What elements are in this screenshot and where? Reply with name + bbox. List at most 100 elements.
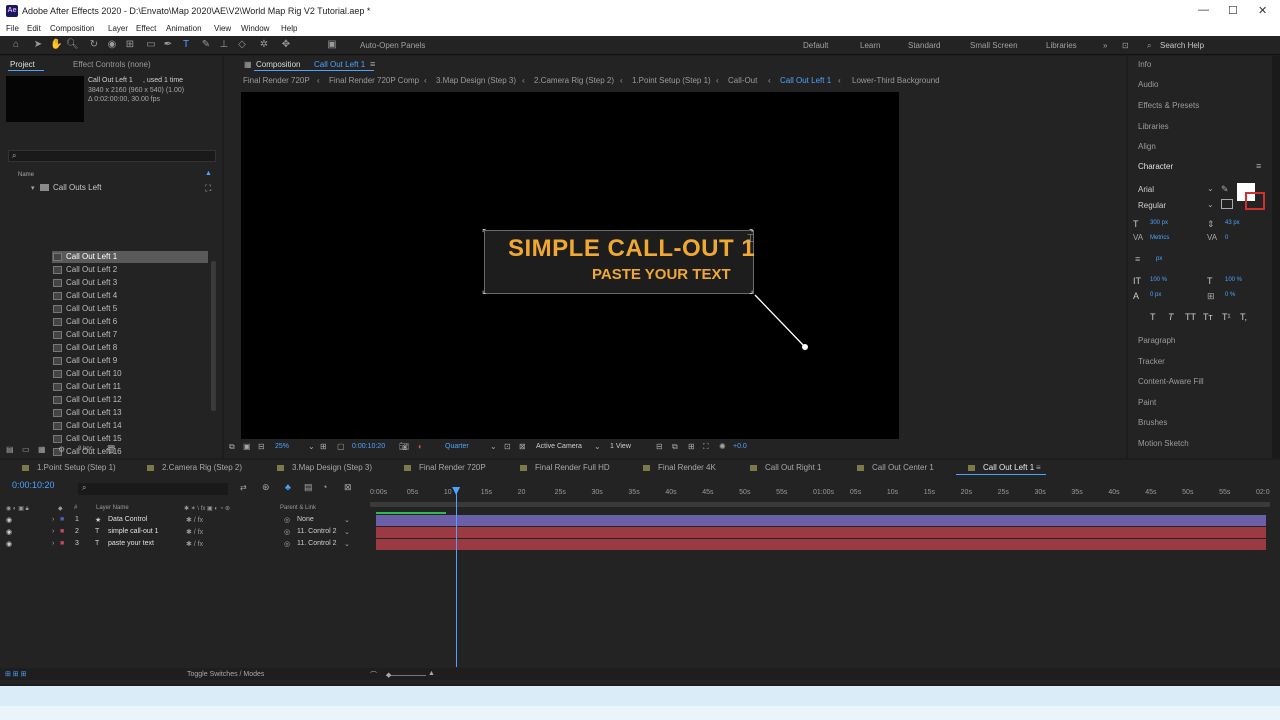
breadcrumb-lower-third[interactable]: Lower-Third Background bbox=[852, 76, 940, 85]
panel-libraries[interactable]: Libraries bbox=[1138, 122, 1169, 131]
puppet-tool-icon[interactable]: ✥ bbox=[280, 39, 292, 51]
workspace-default[interactable]: Default bbox=[803, 41, 828, 50]
panel-content-aware-fill[interactable]: Content-Aware Fill bbox=[1138, 377, 1204, 386]
pan-behind-tool-icon[interactable]: ⊞ bbox=[124, 39, 136, 51]
panel-align[interactable]: Align bbox=[1138, 142, 1156, 151]
tab-effect-controls[interactable]: Effect Controls (none) bbox=[73, 60, 151, 69]
lock-icon[interactable]: ▦ bbox=[244, 60, 252, 69]
project-item[interactable]: Call Out Left 9 bbox=[52, 355, 208, 367]
current-time-display[interactable]: 0:00:10:20 bbox=[352, 443, 385, 450]
project-item[interactable]: Call Out Left 6 bbox=[52, 316, 208, 328]
project-item[interactable]: Call Out Left 11 bbox=[52, 381, 208, 393]
project-settings-icon[interactable]: ⚙ bbox=[58, 445, 65, 454]
flowchart-icon[interactable]: ⛶ bbox=[205, 183, 211, 194]
exposure-icon[interactable]: ✺ bbox=[719, 442, 726, 451]
eraser-tool-icon[interactable]: ◇ bbox=[236, 39, 248, 51]
baseline-shift-value[interactable]: 0 px bbox=[1150, 292, 1161, 298]
panel-menu-icon[interactable]: ≡ bbox=[370, 59, 375, 69]
vertical-scale-value[interactable]: 100 % bbox=[1150, 277, 1167, 283]
project-item[interactable]: Call Out Left 4 bbox=[52, 290, 208, 302]
menu-layer[interactable]: Layer bbox=[108, 24, 128, 33]
panel-info[interactable]: Info bbox=[1138, 60, 1151, 69]
toggle-pixel-aspect-icon[interactable]: ⊟ bbox=[656, 442, 663, 451]
kerning-value[interactable]: Metrics bbox=[1150, 235, 1169, 241]
safe-zones-icon[interactable]: ⊞ bbox=[320, 442, 327, 451]
zoom-slider-handle[interactable]: ◆ bbox=[386, 671, 391, 679]
timeline-tab[interactable]: Call Out Center 1 bbox=[857, 463, 934, 472]
name-column-header[interactable]: Name bbox=[18, 172, 34, 178]
always-preview-icon[interactable]: ⧉ bbox=[229, 442, 235, 452]
timeline-tab[interactable]: Call Out Right 1 bbox=[750, 463, 821, 472]
faux-italic-button[interactable]: T bbox=[1168, 312, 1174, 322]
timeline-search-input[interactable]: ⌕ bbox=[78, 483, 228, 495]
rectangle-tool-icon[interactable]: ▭ bbox=[145, 39, 157, 51]
folder-expand-icon[interactable]: ▾ bbox=[31, 184, 35, 192]
superscript-button[interactable]: T¹ bbox=[1222, 312, 1231, 322]
swap-colors-icon[interactable] bbox=[1221, 199, 1233, 209]
layer-row[interactable]: ◉ › ■ 2 Tsimple call-out 1 ◎ 11. Control 2 ⌄ ✱ /… bbox=[0, 527, 370, 539]
roto-brush-tool-icon[interactable]: ✲ bbox=[258, 39, 270, 51]
timeline-icon[interactable]: ⊞ bbox=[688, 442, 695, 451]
project-item[interactable]: Call Out Left 5 bbox=[52, 303, 208, 315]
project-scrollbar[interactable] bbox=[211, 261, 216, 411]
draft-3d-icon[interactable]: ⊛ bbox=[262, 482, 270, 493]
timeline-timecode[interactable]: 0:00:10:20 bbox=[12, 480, 55, 490]
tab-composition-name[interactable]: Call Out Left 1 bbox=[314, 60, 365, 69]
close-button[interactable]: ✕ bbox=[1258, 4, 1267, 17]
layer-duration-bar[interactable] bbox=[376, 539, 1266, 550]
breadcrumb-final-render-720p-comp[interactable]: Final Render 720P Comp bbox=[329, 76, 419, 85]
project-item[interactable]: Call Out Left 8 bbox=[52, 342, 208, 354]
stroke-unit[interactable]: px bbox=[1156, 256, 1162, 262]
timeline-tab[interactable]: Final Render 720P bbox=[404, 463, 486, 472]
chevron-down-icon[interactable]: ⌄ bbox=[1207, 184, 1214, 193]
graph-editor-icon[interactable]: ⊠ bbox=[344, 482, 352, 493]
timeline-tab[interactable]: Call Out Left 1 bbox=[968, 463, 1034, 472]
trash-icon[interactable]: 🗑︎ bbox=[106, 445, 116, 454]
horizontal-scale-value[interactable]: 100 % bbox=[1225, 277, 1242, 283]
all-caps-button[interactable]: TT bbox=[1185, 312, 1196, 322]
chevron-down-icon[interactable]: ⌄ bbox=[490, 442, 497, 451]
hand-tool-icon[interactable]: ✋ bbox=[50, 39, 62, 51]
maximize-button[interactable]: ☐ bbox=[1228, 4, 1238, 17]
panel-paint[interactable]: Paint bbox=[1138, 398, 1156, 407]
tracking-value[interactable]: 0 bbox=[1225, 235, 1228, 241]
chevron-down-icon[interactable]: ⌄ bbox=[308, 442, 315, 451]
mask-visibility-icon[interactable]: ▢ bbox=[337, 442, 345, 451]
layer-duration-bar[interactable] bbox=[376, 515, 1266, 526]
panel-tracker[interactable]: Tracker bbox=[1138, 357, 1165, 366]
frame-blending-icon[interactable]: ▤ bbox=[304, 482, 313, 493]
resolution-dropdown[interactable]: Quarter bbox=[445, 443, 469, 450]
timeline-tab[interactable]: 1.Point Setup (Step 1) bbox=[22, 463, 116, 472]
search-help-input[interactable]: Search Help bbox=[1160, 41, 1204, 50]
tab-project[interactable]: Project bbox=[10, 60, 35, 69]
project-item[interactable]: Call Out Left 1 bbox=[52, 251, 208, 263]
brush-tool-icon[interactable]: ✎ bbox=[200, 39, 212, 51]
parent-column-header[interactable]: Parent & Link bbox=[280, 505, 316, 511]
rotate-tool-icon[interactable]: ↻ bbox=[88, 39, 100, 51]
home-icon[interactable]: ⌂ bbox=[10, 39, 22, 51]
font-size-value[interactable]: 300 px bbox=[1150, 220, 1168, 226]
camera-dropdown[interactable]: Active Camera bbox=[536, 443, 582, 450]
faux-bold-button[interactable]: T bbox=[1150, 312, 1156, 322]
small-caps-button[interactable]: Tт bbox=[1203, 312, 1213, 322]
leading-value[interactable]: 43 px bbox=[1225, 220, 1240, 226]
playhead[interactable] bbox=[456, 487, 458, 667]
selection-tool-icon[interactable]: ➤ bbox=[32, 39, 44, 51]
pen-tool-icon[interactable]: ✒ bbox=[162, 39, 174, 51]
layer-switches[interactable]: ✱ / fx bbox=[186, 516, 203, 524]
right-panel-scrollbar[interactable] bbox=[1272, 56, 1280, 458]
breadcrumb-camera-rig[interactable]: 2.Camera Rig (Step 2) bbox=[534, 76, 614, 85]
breadcrumb-point-setup[interactable]: 1.Point Setup (Step 1) bbox=[632, 76, 711, 85]
menu-view[interactable]: View bbox=[214, 24, 231, 33]
flowchart-icon[interactable]: ⛶ bbox=[703, 442, 709, 452]
menu-window[interactable]: Window bbox=[241, 24, 269, 33]
menu-animation[interactable]: Animation bbox=[166, 24, 202, 33]
sync-icon[interactable]: ⊡ bbox=[1122, 41, 1129, 50]
zoom-slider[interactable] bbox=[386, 675, 426, 676]
toggle-switches-modes-button[interactable]: Toggle Switches / Modes bbox=[187, 671, 264, 678]
breadcrumb-call-out-left-1[interactable]: Call Out Left 1 bbox=[780, 76, 831, 85]
snapping-icon[interactable]: ▣ bbox=[326, 39, 338, 51]
project-item[interactable]: Call Out Left 15 bbox=[52, 433, 208, 445]
more-workspaces-icon[interactable]: » bbox=[1103, 41, 1107, 50]
project-item[interactable]: Call Out Left 10 bbox=[52, 368, 208, 380]
